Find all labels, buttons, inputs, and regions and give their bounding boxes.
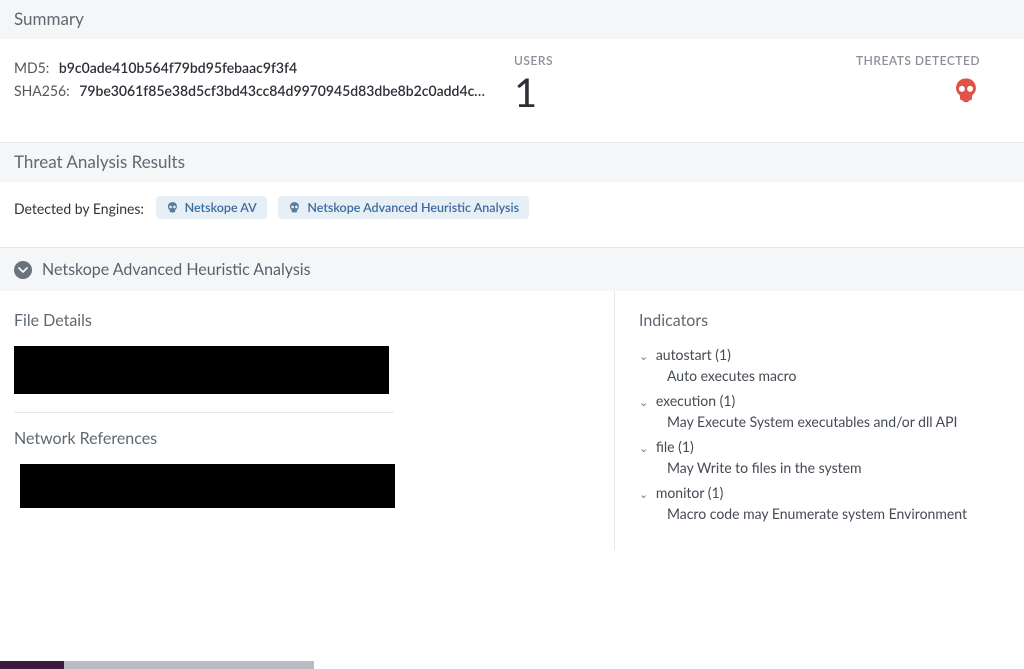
indicator-item: Macro code may Enumerate system Environm… [667,505,1000,522]
indicator-group-label: monitor (1) [656,484,724,501]
indicator-group-label: autostart (1) [656,346,731,363]
network-refs-redacted [20,464,395,508]
md5-label: MD5: [14,59,49,76]
indicator-group-file[interactable]: ⌄ file (1) [639,438,1000,455]
users-value: 1 [514,72,727,112]
heuristic-accordion-toggle[interactable]: Netskope Advanced Heuristic Analysis [0,248,1024,291]
chevron-down-icon: ⌄ [639,350,648,363]
users-metric: USERS 1 [494,53,747,112]
md5-row: MD5: b9c0ade410b564f79bd95febaac9f3f4 [14,59,494,76]
bottom-bar-segment [64,661,314,669]
summary-body: MD5: b9c0ade410b564f79bd95febaac9f3f4 SH… [0,39,1024,142]
threat-analysis-body: Detected by Engines: Netskope AV Netskop… [0,182,1024,247]
chevron-down-icon: ⌄ [639,488,648,501]
engine-chip-netskope-av[interactable]: Netskope AV [156,196,267,219]
threat-analysis-title: Threat Analysis Results [14,151,185,172]
users-label: USERS [514,53,727,68]
bottom-bar-segment [0,661,64,669]
summary-title: Summary [14,8,84,29]
chevron-down-icon [14,261,32,279]
md5-value: b9c0ade410b564f79bd95febaac9f3f4 [59,59,297,76]
left-column: File Details Network References [0,291,615,550]
summary-header: Summary [0,0,1024,39]
chevron-down-icon: ⌄ [639,396,648,409]
skull-icon [288,201,301,214]
sha256-value: 79be3061f85e38d5cf3bd43cc84d9970945d83db… [79,82,485,99]
threats-metric: THREATS DETECTED [747,53,1010,112]
bottom-bar [0,661,1024,669]
sha256-row: SHA256: 79be3061f85e38d5cf3bd43cc84d9970… [14,82,494,99]
detected-by-label: Detected by Engines: [14,200,144,217]
chevron-down-icon: ⌄ [639,442,648,455]
indicator-group-execution[interactable]: ⌄ execution (1) [639,392,1000,409]
summary-section: Summary MD5: b9c0ade410b564f79bd95febaac… [0,0,1024,143]
engine-chip-label: Netskope AV [185,200,257,215]
network-refs-title: Network References [14,429,600,448]
indicator-item: May Execute System executables and/or dl… [667,413,1000,430]
divider [14,412,394,413]
indicator-group-monitor[interactable]: ⌄ monitor (1) [639,484,1000,501]
right-column: Indicators ⌄ autostart (1) Auto executes… [615,291,1024,550]
skull-icon [952,76,980,107]
indicators-title: Indicators [639,311,1000,330]
engine-chip-label: Netskope Advanced Heuristic Analysis [307,200,519,215]
skull-svg [952,76,980,104]
file-details-redacted [14,346,389,394]
indicator-group-label: file (1) [656,438,694,455]
skull-icon [166,201,179,214]
indicator-item: May Write to files in the system [667,459,1000,476]
file-details-title: File Details [14,311,600,330]
heuristic-body: File Details Network References Indicato… [0,291,1024,550]
indicator-item: Auto executes macro [667,367,1000,384]
threat-analysis-header: Threat Analysis Results [0,143,1024,182]
sha256-label: SHA256: [14,82,70,99]
threats-label: THREATS DETECTED [767,53,980,68]
hash-block: MD5: b9c0ade410b564f79bd95febaac9f3f4 SH… [14,53,494,112]
engine-chip-heuristic[interactable]: Netskope Advanced Heuristic Analysis [278,196,529,219]
heuristic-title: Netskope Advanced Heuristic Analysis [42,260,311,279]
threat-analysis-section: Threat Analysis Results Detected by Engi… [0,143,1024,248]
indicator-group-label: execution (1) [656,392,735,409]
indicator-group-autostart[interactable]: ⌄ autostart (1) [639,346,1000,363]
bottom-bar-segment [314,661,1024,669]
